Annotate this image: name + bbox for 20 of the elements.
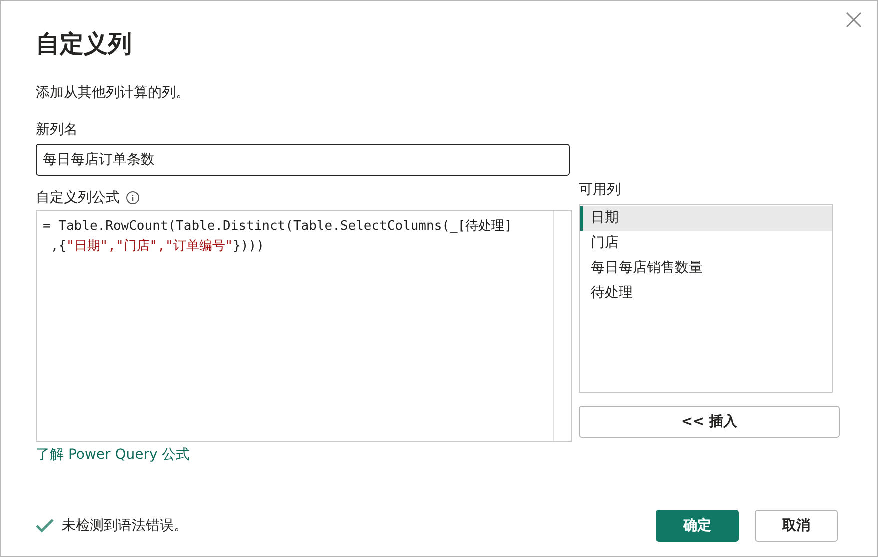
field-label: 新列名	[36, 121, 78, 140]
column-list-item[interactable]: 待处理	[580, 281, 832, 306]
available-columns-label: 可用列	[579, 181, 621, 200]
formula-line: = Table.RowCount(Table.Distinct(Table.SelectColumns(_[待处理]	[43, 218, 514, 236]
dialog-title: 自定义列	[36, 29, 132, 60]
formula-line: ,{"日期","门店","订单编号"})))	[50, 238, 266, 256]
formula-editor[interactable]: = Table.RowCount(Table.Distinct(Table.SelectColumns(_[待处理] ,{"日期","门店","订单编号"})))	[36, 210, 572, 442]
column-list-item[interactable]: 日期	[580, 206, 832, 231]
learn-link[interactable]: 了解 Power Query 公式	[36, 445, 190, 466]
formula-label: 自定义列公式	[36, 188, 120, 208]
dialog-description: 添加从其他列计算的列。	[36, 84, 190, 103]
column-list-item[interactable]: 门店	[580, 231, 832, 256]
column-list-item[interactable]: 每日每店销售数量	[580, 256, 832, 281]
close-icon	[846, 12, 862, 28]
ok-button[interactable]: 确定	[656, 510, 739, 542]
info-icon[interactable]	[126, 191, 140, 205]
cancel-button[interactable]: 取消	[755, 510, 838, 542]
column-name-input[interactable]: 每日每店订单条数	[36, 144, 570, 176]
insert-button[interactable]: << 插入	[579, 406, 840, 438]
status-message: 未检测到语法错误。	[62, 516, 188, 536]
